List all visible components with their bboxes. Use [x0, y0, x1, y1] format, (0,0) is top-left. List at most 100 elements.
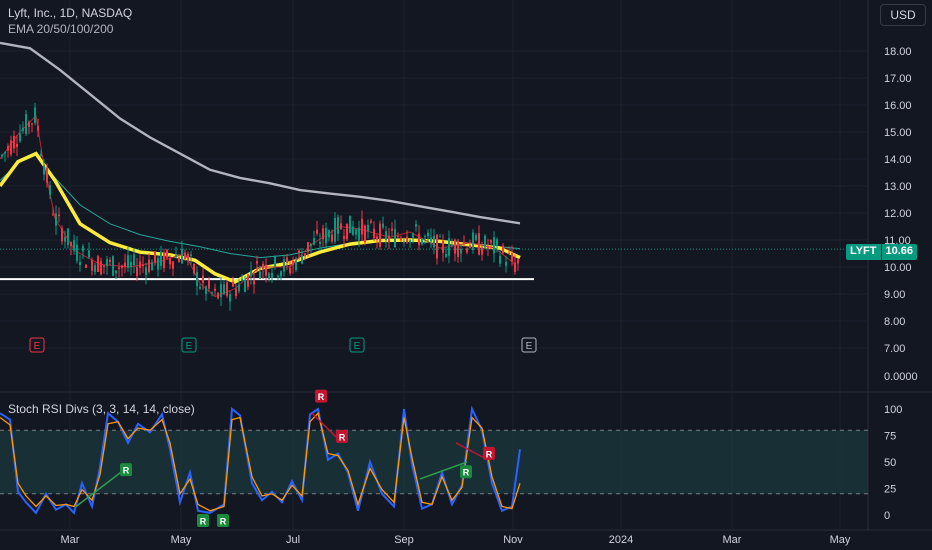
- indicator-legend[interactable]: EMA 20/50/100/200: [8, 22, 113, 36]
- candle-body: [331, 234, 333, 242]
- ema50-line: [0, 151, 521, 284]
- candle-body: [292, 260, 294, 266]
- candle-body: [496, 239, 498, 246]
- chart-area[interactable]: E E E E R R R R R R R 18.00 17.00 16.00 15.00 14.00 13…: [0, 0, 932, 550]
- signal-label: R: [486, 449, 493, 459]
- candle-body: [151, 262, 153, 271]
- candle-body: [76, 244, 78, 261]
- candle-body: [19, 133, 21, 142]
- candle-body: [274, 256, 276, 267]
- candle-body: [202, 275, 204, 284]
- ema50-path: [0, 151, 521, 284]
- candle-body: [316, 229, 318, 234]
- candle-body: [271, 272, 273, 278]
- candle-body: [448, 238, 450, 256]
- candle-body: [103, 265, 105, 267]
- osc-tick-label: 25: [884, 484, 896, 496]
- candle-body: [406, 236, 408, 243]
- candle-body: [487, 246, 489, 249]
- candle-body: [502, 245, 504, 253]
- candle-body: [46, 167, 48, 183]
- candle-body: [427, 232, 429, 237]
- candle-body: [424, 236, 426, 238]
- signal-label: R: [200, 517, 207, 527]
- candle-body: [226, 282, 228, 296]
- candle-body: [52, 214, 54, 216]
- candle-body: [238, 284, 240, 292]
- candle-body: [97, 256, 99, 273]
- candle-body: [373, 228, 375, 238]
- chart-title: Lyft, Inc., 1D, NASDAQ: [8, 6, 133, 20]
- candle-body: [124, 262, 126, 267]
- candle-body: [184, 252, 186, 259]
- candle-body: [250, 270, 252, 277]
- candle-body: [13, 135, 15, 149]
- candle-body: [328, 230, 330, 238]
- price-chart-svg[interactable]: E E E E R R R R R R R 18.00 17.00 16.00 15.00 14.00 13…: [0, 0, 932, 550]
- candle-body: [469, 245, 471, 249]
- candle-body: [118, 267, 120, 269]
- candle-body: [334, 218, 336, 242]
- candle-body: [493, 237, 495, 254]
- candle-body: [133, 254, 135, 266]
- time-tick-label: Mar: [723, 534, 742, 546]
- price-tick-label: 16.00: [884, 100, 912, 112]
- candle-body: [34, 107, 36, 124]
- candle-body: [4, 152, 6, 154]
- candle-body: [349, 215, 351, 233]
- candle-body: [43, 165, 45, 175]
- candle-body: [388, 235, 390, 243]
- candle-body: [490, 240, 492, 243]
- candle-body: [85, 264, 87, 268]
- candle-body: [436, 234, 438, 259]
- candle-body: [160, 251, 162, 267]
- candle-body: [514, 262, 516, 272]
- candle-body: [25, 114, 27, 134]
- price-tick-label: 13.00: [884, 181, 912, 193]
- earnings-markers: EEEE: [29, 337, 537, 353]
- candle-body: [286, 257, 288, 263]
- candle-body: [412, 233, 414, 238]
- price-tick-label: 10.00: [884, 262, 912, 274]
- candle-body: [79, 261, 81, 266]
- candle-body: [109, 259, 111, 262]
- candle-body: [154, 251, 156, 263]
- candle-body: [55, 213, 57, 226]
- oscillator-legend[interactable]: Stoch RSI Divs (3, 3, 14, 14, close): [8, 402, 195, 416]
- currency-button[interactable]: USD: [880, 4, 926, 26]
- candle-body: [505, 261, 507, 266]
- candle-body: [370, 220, 372, 223]
- candle-body: [16, 143, 18, 147]
- price-tick-label: 7.00: [884, 343, 905, 355]
- earnings-marker-label: E: [354, 341, 361, 352]
- signal-label: R: [463, 468, 470, 478]
- candle-body: [205, 286, 207, 295]
- time-axis: Mar May Jul Sep Nov 2024 Mar May: [61, 534, 851, 546]
- candle-body: [127, 255, 129, 268]
- candle-body: [463, 242, 465, 244]
- candle-body: [466, 248, 468, 253]
- candle-body: [310, 243, 312, 247]
- candle-body: [1, 154, 3, 157]
- candle-body: [28, 121, 30, 128]
- candle-body: [196, 271, 198, 287]
- time-tick-label: May: [830, 534, 851, 546]
- candle-body: [289, 267, 291, 274]
- candle-body: [94, 265, 96, 273]
- candle-body: [262, 263, 264, 271]
- candle-body: [100, 261, 102, 275]
- candle-body: [61, 228, 63, 242]
- price-tick-label: 18.00: [884, 46, 912, 58]
- ema200-line: [0, 41, 521, 225]
- candle-body: [382, 223, 384, 228]
- candle-body: [166, 249, 168, 258]
- candle-body: [211, 292, 213, 294]
- candle-body: [472, 232, 474, 250]
- candle-body: [430, 237, 432, 242]
- candle-body: [178, 257, 180, 263]
- candle-body: [352, 226, 354, 235]
- candle-body: [106, 259, 108, 267]
- candle-body: [442, 240, 444, 253]
- osc-tick-label: 100: [884, 404, 902, 416]
- candle-body: [223, 284, 225, 295]
